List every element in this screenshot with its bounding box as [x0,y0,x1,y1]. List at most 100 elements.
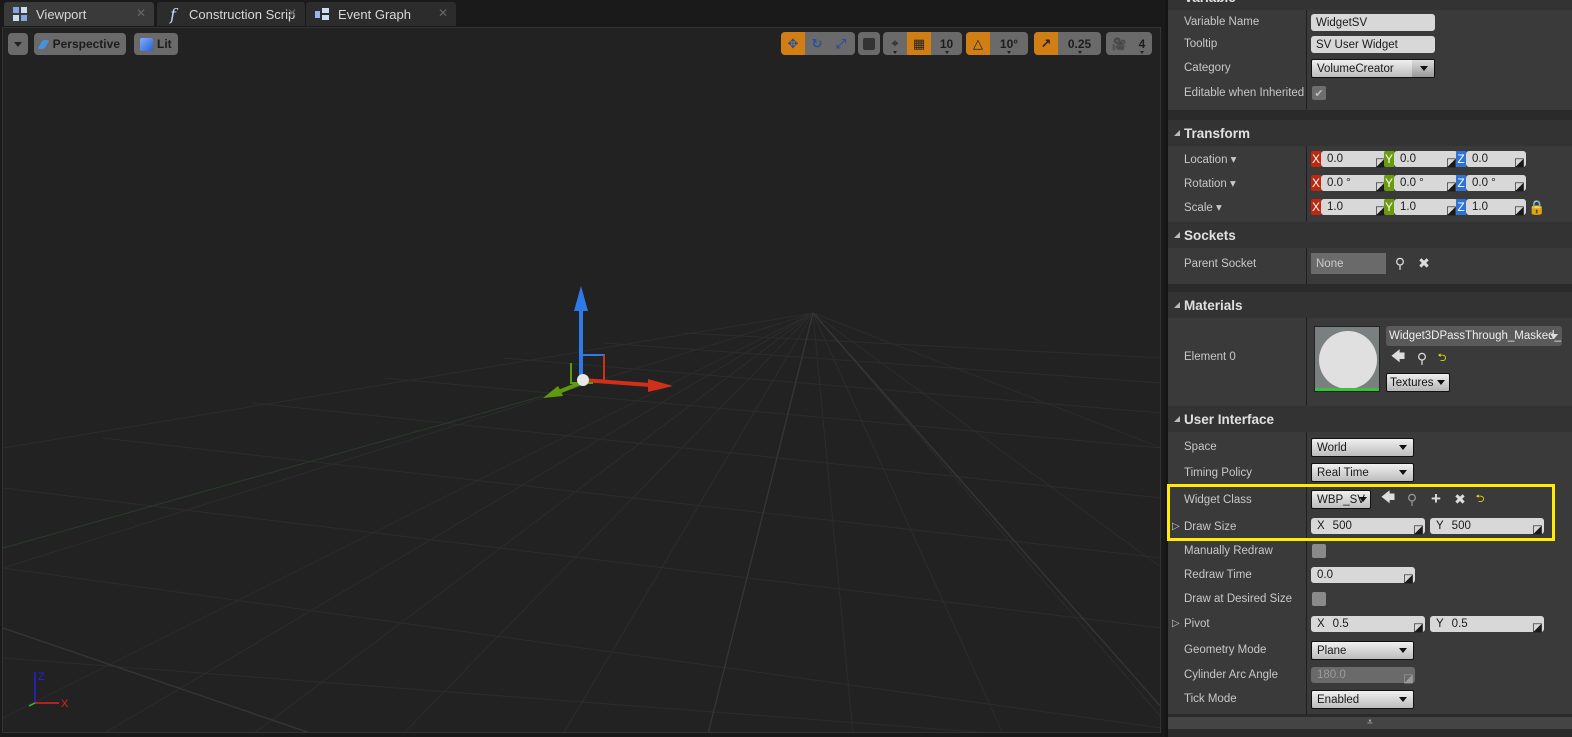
perspective-label: Perspective [52,37,120,51]
camera-icon: 🎥 [1111,36,1127,51]
close-icon[interactable]: ✕ [287,6,297,20]
rotation-snap-toggle[interactable]: △ [966,32,990,55]
scale-mode-button[interactable]: ⤢ [829,32,853,55]
category-sockets[interactable]: Sockets [1168,222,1572,248]
category-title: Variable [1184,0,1236,5]
expand-icon[interactable]: ▷ [1172,618,1180,629]
lit-button[interactable]: Lit [134,33,178,55]
material-combo[interactable]: Widget3DPassThrough_Masked_ [1386,326,1562,346]
grid-snap-text: 10 [939,36,954,51]
check-icon: ✔ [1314,87,1324,100]
category-value: VolumeCreator [1317,62,1394,75]
close-icon[interactable]: ✕ [438,6,448,20]
redraw-time-field[interactable]: 0.0 ◪ [1311,567,1415,585]
space-value: World [1317,441,1347,454]
reset-icon[interactable]: ⮌ [1436,350,1448,366]
textures-combo[interactable]: Textures [1386,373,1450,392]
tab-event-graph[interactable]: Event Graph ✕ [306,2,456,26]
use-selected-arrow-icon[interactable]: 🡄 [1390,348,1406,366]
lit-cube-icon [140,37,153,51]
browse-search-icon[interactable]: ⚲ [1414,350,1430,366]
element-0-label: Element 0 [1184,351,1236,363]
surface-snap-button[interactable]: ⌖ [883,32,907,55]
expand-down-icon: ⩡ [1367,717,1373,728]
transform-gizmo[interactable] [538,283,678,403]
clear-icon[interactable]: ✖ [1416,255,1432,271]
column-divider [1306,248,1307,284]
tab-viewport[interactable]: Viewport ✕ [4,2,154,26]
variable-name-input[interactable]: WidgetSV [1311,14,1435,31]
scale-x-field[interactable]: 1.0 ◪ [1321,199,1387,217]
scale-snap-toggle[interactable]: ↗ [1034,32,1058,55]
column-divider [1306,318,1307,406]
manually-redraw-label: Manually Redraw [1184,545,1273,557]
pivot-x-field[interactable]: X 0.5 ◪ [1311,616,1425,634]
rotate-icon: ↻ [811,35,823,51]
grid-icon: ▦ [912,35,926,51]
collapse-icon [1174,130,1180,136]
location-x-field[interactable]: 0.0 ◪ [1321,151,1387,169]
tab-construction-script[interactable]: f Construction Scrip ✕ [157,2,305,26]
scale-snap-group: ↗ 0.25 [1034,32,1101,55]
advanced-expander[interactable]: ⩡ [1168,717,1572,729]
tab-label: Event Graph [338,6,411,22]
grid-snap-value[interactable]: 10 [931,32,962,55]
rotation-y-field[interactable]: 0.0 ° ◪ [1394,175,1458,193]
rotation-snap-value[interactable]: 10° [990,32,1028,55]
geometry-mode-combo[interactable]: Plane [1311,641,1414,660]
pivot-y-field[interactable]: Y 0.5 ◪ [1430,616,1544,634]
perspective-button[interactable]: Perspective [34,33,126,55]
viewport[interactable]: Z X Perspective Lit ✥ ↻ ⤢ ⌖ ▦ 10 △ 10° ↗… [2,27,1161,733]
chevron-down-icon [14,41,22,47]
tick-mode-combo[interactable]: Enabled [1311,690,1414,709]
collapse-icon [1174,416,1180,422]
translate-mode-button[interactable]: ✥ [781,32,805,55]
manually-redraw-checkbox[interactable] [1312,544,1326,558]
scale-y-field[interactable]: 1.0 ◪ [1394,199,1458,217]
camera-speed-button[interactable]: 🎥 4 [1106,32,1152,55]
grid-snap-group: ⌖ ▦ 10 [883,32,962,55]
material-thumbnail[interactable] [1314,326,1380,392]
axis-x-label: X [61,698,69,710]
collapse-icon [1174,302,1180,308]
category-variable[interactable]: Variable [1168,0,1572,10]
scale-arrow-icon: ↗ [1040,35,1052,51]
category-title: User Interface [1184,411,1275,427]
category-materials[interactable]: Materials [1168,292,1572,318]
lock-icon[interactable]: 🔒 [1528,198,1545,216]
thumbnail-status-bar [1315,388,1379,391]
scale-snap-value[interactable]: 0.25 [1058,32,1101,55]
scale-label[interactable]: Scale ▾ [1184,200,1222,214]
rotation-z-field[interactable]: 0.0 ° ◪ [1466,175,1526,193]
timing-policy-combo[interactable]: Real Time [1311,463,1414,482]
rotation-label[interactable]: Rotation ▾ [1184,176,1236,190]
category-combo[interactable]: VolumeCreator [1311,59,1435,78]
materials-section: Element 0 Widget3DPassThrough_Masked_ 🡄 … [1168,318,1572,406]
grid-snap-toggle[interactable]: ▦ [907,32,931,55]
category-user-interface[interactable]: User Interface [1168,406,1572,432]
tooltip-input[interactable]: SV User Widget [1311,36,1435,53]
space-combo[interactable]: World [1311,438,1414,457]
spin-icon: ◪ [1375,157,1386,169]
draw-desired-size-checkbox[interactable] [1312,592,1326,606]
search-icon[interactable]: ⚲ [1392,255,1408,271]
coord-system-button[interactable] [858,32,880,55]
scale-z-field[interactable]: 1.0 ◪ [1466,199,1526,217]
editable-checkbox[interactable]: ✔ [1312,86,1326,100]
parent-socket-field[interactable]: None [1311,253,1386,274]
location-y-field[interactable]: 0.0 ◪ [1394,151,1458,169]
column-divider [1306,10,1307,110]
cylinder-arc-angle-field: 180.0 ◪ [1311,667,1415,685]
category-title: Sockets [1184,227,1236,243]
rotate-mode-button[interactable]: ↻ [805,32,829,55]
location-label[interactable]: Location ▾ [1184,152,1236,166]
chevron-down-icon [1437,380,1445,385]
tick-value: Enabled [1317,693,1360,706]
close-icon[interactable]: ✕ [136,6,146,20]
location-z-field[interactable]: 0.0 ◪ [1466,151,1526,169]
cylinder-arc-angle-label: Cylinder Arc Angle [1184,669,1278,681]
viewport-options-button[interactable] [8,33,28,55]
parent-socket-label: Parent Socket [1184,258,1257,270]
rotation-x-field[interactable]: 0.0 ° ◪ [1321,175,1387,193]
category-transform[interactable]: Transform [1168,120,1572,146]
